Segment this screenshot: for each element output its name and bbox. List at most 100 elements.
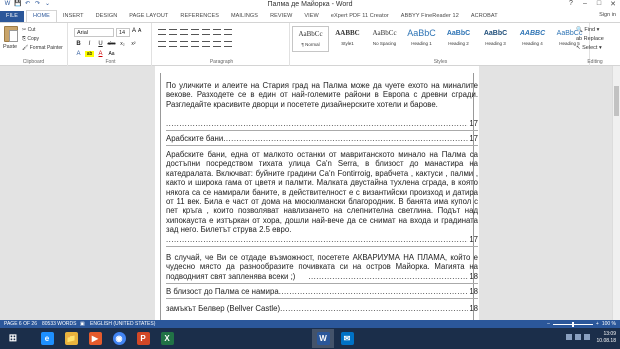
zoom-slider[interactable] (552, 321, 593, 327)
flag-icon[interactable] (584, 334, 590, 340)
maximize-button[interactable]: □ (594, 0, 604, 8)
powerpoint-icon: P (136, 332, 150, 345)
body-paragraph[interactable]: Арабските бани, една от малкото останки … (166, 150, 478, 235)
bold-button[interactable]: B (74, 41, 83, 47)
align-right-icon[interactable] (180, 41, 188, 47)
font-group: Arial 14 A A B I U abc x₂ x² A ab A Aa F… (70, 23, 152, 66)
sign-in-link[interactable]: Sign in (599, 12, 616, 18)
zoom-in-button[interactable]: + (596, 320, 599, 328)
word-count[interactable]: 80533 WORDS (42, 320, 76, 328)
cut-button[interactable]: ✂ Cut (22, 27, 35, 33)
start-button[interactable]: ⊞ (2, 329, 24, 348)
taskbar-app-word[interactable]: W (312, 329, 334, 348)
taskbar-app-chrome[interactable]: ◉ (108, 329, 130, 348)
paste-button[interactable]: Paste (3, 44, 17, 50)
numbering-icon[interactable] (169, 29, 177, 35)
multilevel-list-icon[interactable] (180, 29, 188, 35)
taskbar-app-ie[interactable]: e (36, 329, 58, 348)
document-page[interactable]: По уличките и алеите на Стария град на П… (155, 66, 479, 320)
toc-entry[interactable]: Арабските бани 17 (166, 134, 478, 143)
align-center-icon[interactable] (169, 41, 177, 47)
justify-icon[interactable] (191, 41, 199, 47)
paste-icon[interactable] (4, 26, 18, 42)
line-spacing-icon[interactable] (202, 41, 210, 47)
superscript-button[interactable]: x² (129, 41, 138, 47)
text-effects-button[interactable]: A (74, 51, 83, 57)
toc-entry[interactable]: замъкът Белвер (Bellver Castle) 18 (166, 304, 478, 313)
clock-time: 13:09 (603, 331, 616, 337)
tab-mailings[interactable]: MAILINGS (225, 11, 264, 22)
bullets-icon[interactable] (158, 29, 166, 35)
page-count[interactable]: PAGE 6 OF 26 (4, 320, 37, 328)
taskbar-app-explorer[interactable]: 📁 (60, 329, 82, 348)
toc-entry[interactable]: В близост до Палма се намира 18 (166, 287, 478, 296)
body-paragraph[interactable]: По уличките и алеите на Стария град на П… (166, 81, 478, 109)
document-text-frame[interactable]: По уличките и алеите на Стария град на П… (160, 73, 478, 320)
zoom-control: – + 100 % (547, 320, 616, 328)
format-painter-button[interactable]: 🖌 Format Painter (22, 45, 63, 51)
font-color-button[interactable]: A (96, 51, 105, 57)
tab-expert-pdf[interactable]: eXpert PDF 11 Creator (325, 11, 395, 22)
zoom-slider-thumb[interactable] (571, 321, 574, 327)
subscript-button[interactable]: x₂ (118, 41, 127, 47)
taskbar-app-media[interactable]: ▶ (84, 329, 106, 348)
help-button[interactable]: ? (566, 0, 576, 8)
vertical-scrollbar[interactable] (612, 66, 620, 320)
highlight-button[interactable]: ab (85, 51, 94, 57)
style-heading-1[interactable]: AaBbC Heading 1 (403, 26, 440, 52)
tab-home[interactable]: HOME (26, 10, 57, 22)
tab-acrobat[interactable]: ACROBAT (465, 11, 504, 22)
document-area: По уличките и алеите на Стария град на П… (0, 66, 620, 320)
strikethrough-button[interactable]: abc (107, 41, 116, 47)
replace-button[interactable]: ab Replace (576, 36, 604, 42)
close-button[interactable]: ✕ (608, 0, 618, 8)
style-style1[interactable]: AABBC Style1 (329, 26, 366, 52)
taskbar-app-outlook[interactable]: ✉ (336, 329, 358, 348)
align-left-icon[interactable] (158, 41, 166, 47)
tab-insert[interactable]: INSERT (57, 11, 90, 22)
tab-references[interactable]: REFERENCES (174, 11, 225, 22)
style-name: Heading 3 (485, 41, 506, 46)
underline-button[interactable]: U (96, 41, 105, 47)
tab-abbyy[interactable]: ABBYY FineReader 12 (395, 11, 465, 22)
taskbar-app-excel[interactable]: X (156, 329, 178, 348)
copy-button[interactable]: ⎘ Copy (22, 36, 39, 42)
tab-review[interactable]: REVIEW (264, 11, 298, 22)
change-case-button[interactable]: Aa (107, 51, 116, 57)
borders-icon[interactable] (224, 41, 232, 47)
language-status[interactable]: ENGLISH (UNITED STATES) (90, 320, 155, 328)
clock[interactable]: 13:09 10.08.18 (597, 331, 616, 345)
increase-indent-icon[interactable] (202, 29, 210, 35)
select-button[interactable]: ↖ Select ▾ (576, 45, 602, 51)
ribbon-tabs: FILE HOME INSERT DESIGN PAGE LAYOUT REFE… (0, 10, 620, 22)
taskbar-app-powerpoint[interactable]: P (132, 329, 154, 348)
style-normal[interactable]: AaBbCc ¶ Normal (292, 26, 329, 52)
italic-button[interactable]: I (85, 41, 94, 47)
scroll-thumb[interactable] (614, 86, 619, 116)
style-no-spacing[interactable]: AaBbCc No Spacing (366, 26, 403, 52)
paragraph-row-2 (158, 41, 232, 47)
volume-icon[interactable] (575, 334, 581, 340)
style-heading-4[interactable]: AABBC Heading 4 (514, 26, 551, 52)
shrink-font-button[interactable]: A (138, 28, 141, 34)
network-icon[interactable] (566, 334, 572, 340)
grow-font-button[interactable]: A (132, 28, 136, 34)
style-heading-3[interactable]: AaBbC Heading 3 (477, 26, 514, 52)
folder-icon: 📁 (64, 332, 78, 345)
zoom-level[interactable]: 100 % (602, 320, 616, 328)
decrease-indent-icon[interactable] (191, 29, 199, 35)
sort-icon[interactable] (213, 29, 221, 35)
font-size-select[interactable]: 14 (116, 28, 130, 37)
show-marks-icon[interactable] (224, 29, 232, 35)
font-family-select[interactable]: Arial (74, 28, 114, 37)
tab-view[interactable]: VIEW (298, 11, 324, 22)
tab-design[interactable]: DESIGN (90, 11, 124, 22)
proofing-icon[interactable]: ▣ (80, 320, 85, 328)
find-button[interactable]: 🔍 Find ▾ (576, 27, 599, 33)
style-heading-2[interactable]: AaBbC Heading 2 (440, 26, 477, 52)
tab-page-layout[interactable]: PAGE LAYOUT (123, 11, 174, 22)
zoom-out-button[interactable]: – (547, 320, 550, 328)
shading-icon[interactable] (213, 41, 221, 47)
minimize-button[interactable]: – (580, 0, 590, 8)
tab-file[interactable]: FILE (0, 11, 25, 22)
